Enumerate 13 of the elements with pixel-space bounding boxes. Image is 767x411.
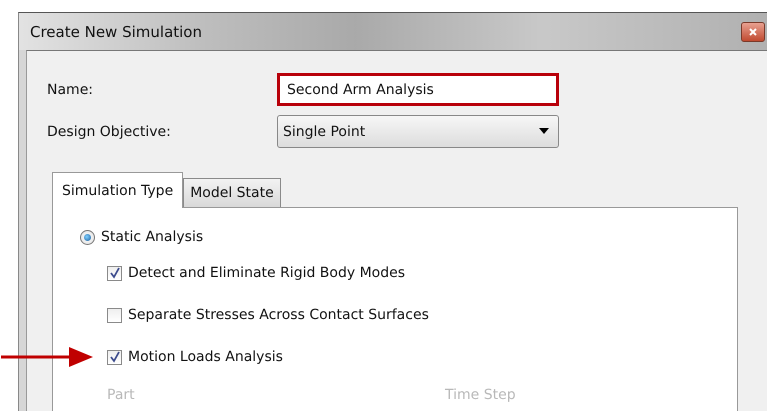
option-label: Motion Loads Analysis [128,349,283,365]
option-label: Detect and Eliminate Rigid Body Modes [128,265,406,281]
tab[interactable]: Simulation Type [52,172,184,208]
option-label: Separate Stresses Across Contact Surfaces [128,307,429,323]
name-field[interactable]: Second Arm Analysis [277,73,559,106]
field-label: Design Objective: [47,124,172,140]
design-objective-dropdown[interactable]: Single Point [277,115,559,148]
column-header: Time Step [445,387,516,403]
window-title: Create New Simulation [30,22,202,40]
column-header: Part [107,387,136,403]
field-label: Name: [47,82,94,98]
tab[interactable]: Model State [183,178,281,207]
option-label: Static Analysis [101,229,204,245]
